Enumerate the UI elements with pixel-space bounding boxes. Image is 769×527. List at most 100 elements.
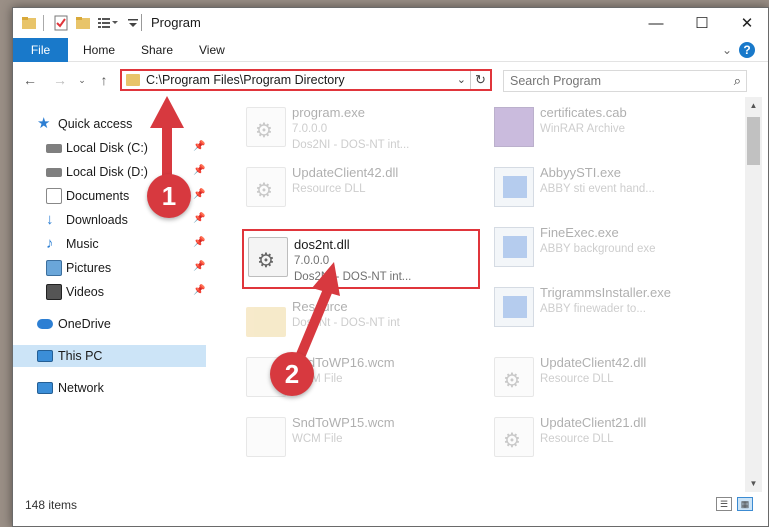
address-path[interactable]: C:\Program Files\Program Directory [146, 73, 345, 87]
pin-icon[interactable]: 📌 [193, 285, 205, 296]
file-list: ⚙ program.exe 7.0.0.0 Dos2NI - DOS-NT in… [208, 97, 745, 492]
navigation-pane: ★ Quick access Local Disk (C:) 📌 Local D… [13, 97, 206, 492]
tab-home[interactable]: Home [83, 38, 115, 62]
pictures-icon [46, 260, 62, 276]
scroll-up-icon[interactable]: ▲ [745, 97, 762, 114]
app-icon: ⚙ [246, 107, 286, 147]
up-button[interactable]: ↑ [95, 71, 113, 89]
minimize-button[interactable]: — [633, 8, 679, 38]
dll-icon: ⚙ [246, 167, 286, 207]
file-item-dos2nt[interactable]: ⚙ dos2nt.dll 7.0.0.0 Dos2Nt - DOS-NT int… [242, 229, 480, 289]
search-icon[interactable]: ⌕ [734, 73, 741, 89]
file-icon [246, 417, 286, 457]
file-name: AbbyySTI.exe [540, 165, 621, 180]
sidebar-item-label: Videos [66, 285, 104, 299]
pin-icon[interactable]: 📌 [193, 189, 205, 200]
item-count: 148 items [25, 498, 78, 512]
step-badge-2: 2 [270, 352, 314, 396]
file-name: TrigrammsInstaller.exe [540, 285, 671, 300]
step-badge-1: 1 [147, 174, 191, 218]
videos-icon [46, 284, 62, 300]
file-name: dos2nt.dll [294, 237, 350, 252]
scroll-thumb[interactable] [747, 117, 760, 165]
sidebar-item-local-disk-c[interactable]: Local Disk (C:) 📌 [13, 137, 206, 159]
computer-icon [37, 350, 53, 362]
tab-file[interactable]: File [13, 38, 68, 62]
download-icon: ↓ [46, 211, 54, 228]
file-name: UpdateClient21.dll [540, 415, 647, 430]
sidebar-item-music[interactable]: ♪ Music 📌 [13, 233, 206, 255]
sidebar-item-network[interactable]: Network [13, 377, 206, 399]
forward-button[interactable]: → [51, 71, 69, 89]
pin-icon[interactable]: 📌 [193, 141, 205, 152]
tab-view[interactable]: View [199, 38, 225, 62]
close-button[interactable]: ✕ [724, 8, 768, 38]
file-item[interactable]: TrigrammsInstaller.exe ABBY finewader to… [490, 279, 730, 339]
file-description: Dos2Nt - DOS-NT int [292, 317, 400, 329]
sidebar-item-videos[interactable]: Videos 📌 [13, 281, 206, 303]
refresh-button[interactable]: ↻ [470, 71, 490, 89]
pin-icon[interactable]: 📌 [193, 165, 205, 176]
pin-icon[interactable]: 📌 [193, 213, 205, 224]
sidebar-item-pictures[interactable]: Pictures 📌 [13, 257, 206, 279]
network-icon [37, 382, 53, 394]
tab-share[interactable]: Share [141, 38, 173, 62]
sidebar-item-this-pc[interactable]: This PC [13, 345, 206, 367]
file-description: ABBY sti event hand... [540, 183, 655, 195]
file-name: UpdateClient42.dll [540, 355, 647, 370]
properties-icon[interactable] [53, 15, 69, 31]
file-name: certificates.cab [540, 105, 627, 120]
expand-ribbon-icon[interactable]: ⌄ [719, 42, 735, 58]
file-item[interactable]: certificates.cab WinRAR Archive [490, 99, 730, 159]
file-item[interactable]: ⚙ UpdateClient21.dll Resource DLL [490, 409, 730, 469]
file-version: 7.0.0.0 [294, 255, 330, 267]
exe-icon [494, 227, 534, 267]
separator [141, 14, 142, 31]
help-icon[interactable]: ? [739, 42, 755, 58]
sidebar-item-label: Documents [66, 189, 130, 203]
sidebar-item-label: Downloads [66, 213, 128, 227]
file-explorer-window: Program — ☐ ✕ File Home Share View ⌄ ? ←… [12, 7, 769, 527]
maximize-button[interactable]: ☐ [679, 8, 725, 38]
sidebar-item-label: Local Disk (D:) [66, 165, 148, 179]
address-bar[interactable]: C:\Program Files\Program Directory ⌄ ↻ [120, 69, 492, 91]
file-description: Dos2NI - DOS-NT int... [292, 139, 410, 151]
chevron-down-icon[interactable] [125, 15, 141, 31]
new-folder-icon[interactable] [75, 15, 91, 31]
dll-icon: ⚙ [494, 357, 534, 397]
status-bar: 148 items ☰ ▦ [13, 492, 768, 526]
sidebar-item-quick-access[interactable]: ★ Quick access [13, 113, 206, 135]
file-name: Resource [292, 299, 348, 314]
file-item[interactable]: AbbyySTI.exe ABBY sti event hand... [490, 159, 730, 219]
file-item[interactable]: ⚙ UpdateClient42.dll Resource DLL [242, 159, 482, 219]
file-name: UpdateClient42.dll [292, 165, 399, 180]
chevron-down-icon[interactable]: ⌄ [457, 73, 466, 86]
recent-locations-button[interactable]: ⌄ [73, 71, 91, 89]
pin-icon[interactable]: 📌 [193, 237, 205, 248]
details-view-icon[interactable]: ☰ [716, 497, 732, 511]
folder-icon [126, 74, 140, 86]
customize-toolbar-icon[interactable] [97, 15, 119, 31]
file-description: ABBY finewader to... [540, 303, 646, 315]
pin-icon[interactable]: 📌 [193, 261, 205, 272]
dll-icon: ⚙ [248, 237, 288, 277]
back-button[interactable]: ← [21, 71, 39, 89]
scroll-down-icon[interactable]: ▼ [745, 475, 762, 492]
file-type: Resource DLL [292, 183, 366, 195]
drive-icon [46, 168, 62, 177]
search-input[interactable] [510, 73, 710, 89]
file-type: WCM File [292, 433, 343, 445]
star-icon: ★ [37, 115, 51, 132]
vertical-scrollbar[interactable]: ▲ ▼ [745, 97, 762, 492]
ribbon: File Home Share View ⌄ ? [13, 38, 768, 62]
file-type: Resource DLL [540, 373, 614, 385]
file-item[interactable]: SndToWP15.wcm WCM File [242, 409, 482, 469]
search-box[interactable]: ⌕ [503, 70, 747, 92]
file-item[interactable]: ⚙ UpdateClient42.dll Resource DLL [490, 349, 730, 409]
file-item[interactable]: Resource Dos2Nt - DOS-NT int [242, 293, 482, 353]
title-bar: Program — ☐ ✕ [13, 8, 768, 38]
large-icons-view-icon[interactable]: ▦ [737, 497, 753, 511]
file-item[interactable]: FineExec.exe ABBY background exe [490, 219, 730, 279]
file-item[interactable]: ⚙ program.exe 7.0.0.0 Dos2NI - DOS-NT in… [242, 99, 482, 159]
sidebar-item-onedrive[interactable]: OneDrive [13, 313, 206, 335]
